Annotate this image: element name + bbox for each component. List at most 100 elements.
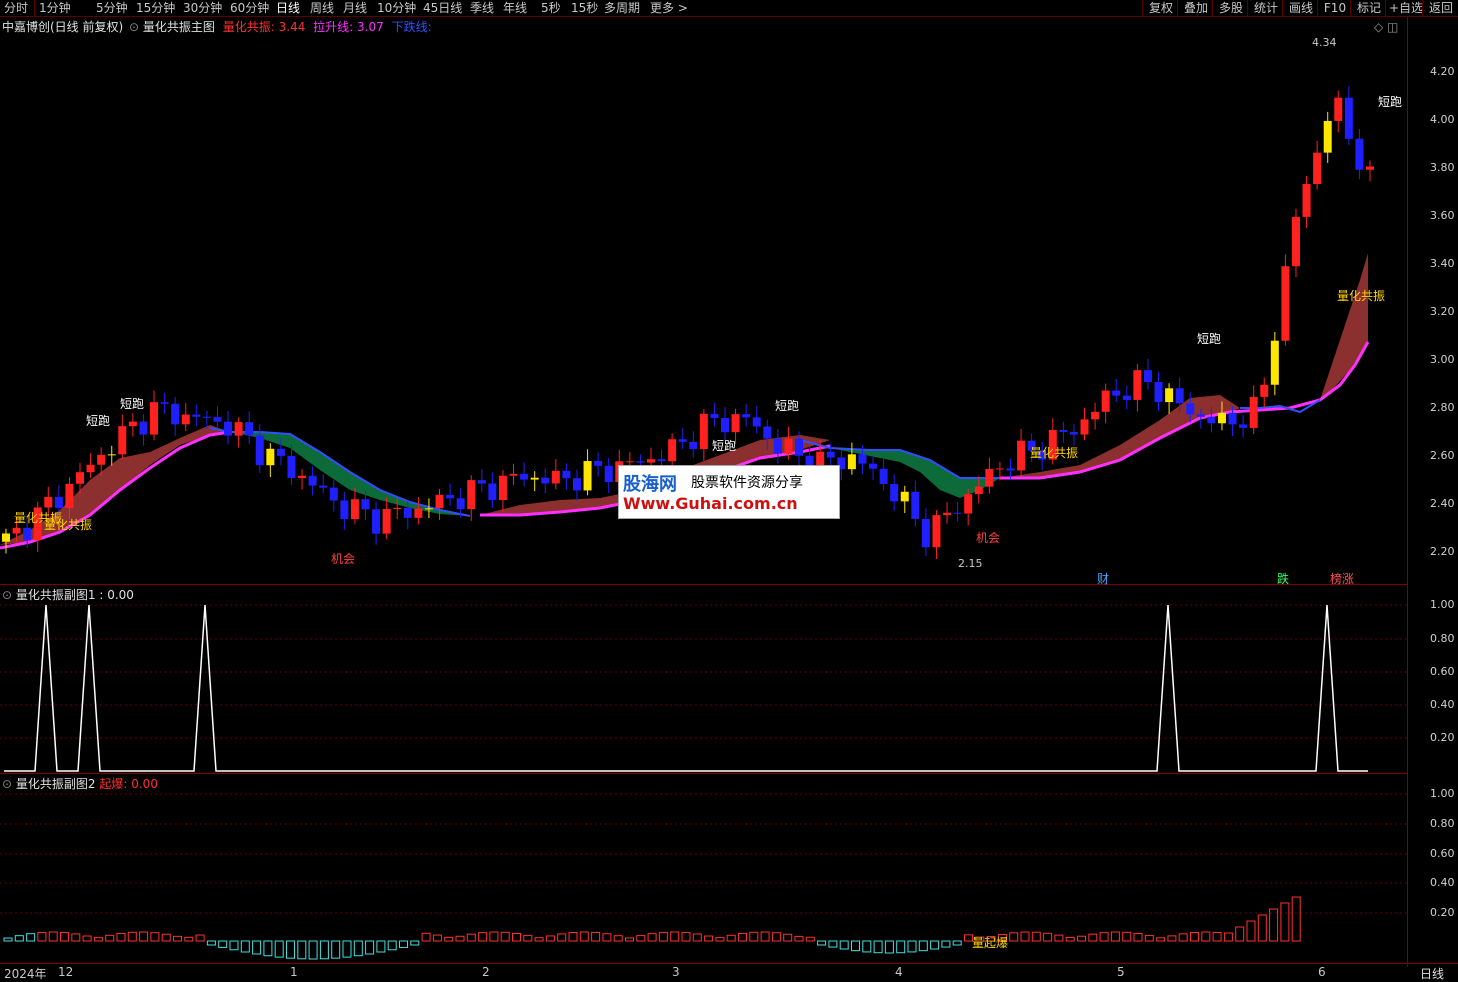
histogram-bar [319, 940, 329, 960]
sub-panel-2-chart[interactable] [0, 773, 1407, 963]
candle-body [784, 438, 793, 454]
sub1-tick: 0.20 [1430, 731, 1455, 744]
opportunity-tag: 机会 [976, 531, 1001, 545]
candle-body [1249, 396, 1258, 428]
candle-body [541, 477, 550, 484]
histogram-bar [410, 940, 420, 946]
histogram-bar [432, 934, 442, 942]
histogram-bar [670, 931, 680, 942]
candle-body [308, 475, 317, 486]
candle-body [520, 473, 529, 480]
candle-body [583, 461, 592, 491]
candle-body [1080, 419, 1089, 435]
candle-body [2, 533, 10, 542]
sub2-tick: 0.40 [1430, 876, 1455, 889]
histogram-bar [579, 931, 589, 942]
histogram-bar [918, 940, 928, 952]
candle-body [911, 491, 920, 519]
candle-body [361, 499, 370, 510]
histogram-bar [365, 940, 375, 955]
candle-body [847, 454, 856, 470]
histogram-bar [545, 935, 555, 942]
short-run-tag: 短跑 [1378, 95, 1403, 109]
price-tick: 4.20 [1430, 65, 1455, 78]
candle-body [594, 461, 603, 466]
sub2-tick: 1.00 [1430, 787, 1455, 800]
candle-body [826, 451, 835, 458]
candle-body [562, 470, 571, 479]
candle-body [139, 421, 148, 435]
price-tick: 4.00 [1430, 113, 1455, 126]
histogram-bar [1257, 914, 1267, 942]
histogram-bar [862, 940, 872, 953]
price-tick: 2.20 [1430, 545, 1455, 558]
candle-body [1175, 388, 1184, 404]
candle-body [435, 494, 444, 509]
candle-body [224, 421, 233, 436]
signal-line [4, 604, 1368, 772]
histogram-bar [139, 931, 149, 942]
burst-annotation: 量起爆 [972, 936, 1009, 950]
candle-body [1069, 432, 1078, 435]
back-button[interactable]: 返回 [1422, 0, 1458, 16]
candle-body [1143, 370, 1152, 383]
histogram-bar [93, 937, 103, 942]
price-tick: 3.00 [1430, 353, 1455, 366]
candle-body [1228, 412, 1237, 425]
histogram-bar [489, 931, 499, 942]
fall-band-1 [230, 432, 470, 516]
sub1-tick: 1.00 [1430, 598, 1455, 611]
candle-body [181, 414, 190, 425]
histogram-bar [37, 931, 47, 942]
candle-body [773, 438, 782, 454]
histogram-bar [1122, 931, 1132, 942]
histogram-bar [116, 932, 126, 942]
candle-body [86, 464, 95, 473]
candle-body [710, 413, 719, 419]
candle-body [1302, 184, 1311, 217]
histogram-bar [636, 935, 646, 942]
candle-body [213, 417, 222, 422]
opportunity-tag: 机会 [331, 552, 356, 566]
candle-body [721, 418, 730, 433]
candle-body [118, 426, 127, 455]
histogram-bar [60, 932, 69, 942]
histogram-bar [1201, 931, 1211, 942]
candle-body [446, 494, 455, 499]
histogram-bar [3, 937, 13, 942]
histogram-bar [1178, 933, 1188, 942]
resonance-tag: 量化共振 [1030, 446, 1079, 460]
candle-body [276, 448, 285, 456]
candle-body [1323, 120, 1332, 153]
candle-body [107, 454, 116, 456]
histogram-bar [82, 935, 92, 942]
candle-body [572, 478, 581, 491]
candle-body [530, 477, 539, 480]
histogram-bar [828, 940, 838, 948]
histogram-bar [930, 940, 940, 950]
histogram-bar [568, 932, 578, 942]
candle-body [1196, 414, 1205, 417]
candle-body [974, 486, 983, 495]
candle-body [1281, 266, 1290, 341]
histogram-bar [817, 940, 827, 946]
histogram-bar [1031, 931, 1041, 942]
histogram-bar [161, 933, 171, 942]
histogram-bar [206, 940, 216, 946]
candle-body [1217, 412, 1226, 424]
candle-body [1344, 97, 1353, 139]
histogram-bar [353, 940, 363, 957]
date-axis-divider [0, 963, 1458, 964]
histogram-bar [1077, 935, 1086, 942]
candle-body [1122, 395, 1131, 400]
histogram-bar [1156, 937, 1166, 942]
sub-panel-1-chart[interactable] [0, 584, 1407, 774]
histogram-bar [500, 931, 510, 942]
histogram-bar [941, 940, 951, 948]
histogram-bar [613, 935, 623, 942]
candle-body [160, 402, 169, 404]
candle-body [298, 475, 307, 479]
histogram-bar [1269, 908, 1279, 942]
histogram-bar [749, 931, 759, 942]
candle-body [604, 465, 613, 483]
